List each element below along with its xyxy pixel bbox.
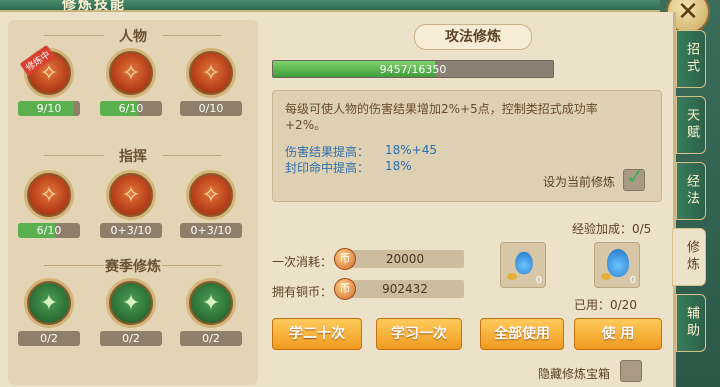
tab-0[interactable]: 招式 xyxy=(676,30,706,88)
level-text: 0/2 xyxy=(122,332,140,345)
copper-coin-icon: 币 xyxy=(334,248,356,270)
set-current-label: 设为当前修炼 xyxy=(543,175,616,189)
close-icon: ✕ xyxy=(677,0,699,27)
skill-level: 0+3/10 xyxy=(180,223,242,238)
use-all-button[interactable]: 全部使用 xyxy=(480,318,564,350)
skill-slot[interactable]: ✧ 修炼中 9/10 xyxy=(18,44,80,116)
section-title: 赛季修炼 xyxy=(8,256,258,276)
skill-level: 6/10 xyxy=(18,223,80,238)
owned-coins-label: 拥有铜币： xyxy=(272,285,333,299)
level-text: 0+3/10 xyxy=(110,224,152,237)
section-title: 指挥 xyxy=(8,146,258,166)
set-current-checkbox[interactable]: ✓ xyxy=(623,165,645,191)
cost-once-value: 20000 xyxy=(346,250,464,268)
stat-row: 伤害结果提高： 18%+45 xyxy=(285,143,437,160)
skill-slot[interactable]: ✦ 0/2 xyxy=(100,278,162,346)
skill-slot[interactable]: ✦ 0/2 xyxy=(180,278,242,346)
skill-level: 0/10 xyxy=(180,101,242,116)
training-badge: 修炼中 xyxy=(19,44,56,77)
item-count: 0 xyxy=(629,275,636,286)
stat-label: 封印命中提高： xyxy=(285,161,370,175)
tab-2[interactable]: 经法 xyxy=(676,162,706,220)
skill-level: 6/10 xyxy=(100,101,162,116)
skill-slot[interactable]: ✧ 0/10 xyxy=(180,48,242,116)
stat-row: 封印命中提高： 18% xyxy=(285,159,412,176)
beast-shield-icon: ✧ xyxy=(106,170,156,220)
shield-green-icon: ✦ xyxy=(106,278,156,328)
shield-emblem-icon: ✧ xyxy=(106,48,156,98)
skill-detail: 攻法修炼 9457/16350 每级可使人物的伤害结果增加2%+5点，控制类招式… xyxy=(264,20,666,385)
skill-slot[interactable]: ✧ 0+3/10 xyxy=(180,170,242,238)
skill-slot[interactable]: ✧ 6/10 xyxy=(100,48,162,116)
exp-bonus-label: 经验加成：0/5 xyxy=(572,222,652,236)
sword-green-icon: ✦ xyxy=(24,278,74,328)
level-text: 0/2 xyxy=(202,332,220,345)
skill-level: 0/2 xyxy=(18,331,80,346)
description-box: 每级可使人物的伤害结果增加2%+5点，控制类招式成功率+2%。 伤害结果提高： … xyxy=(272,90,662,202)
tab-3[interactable]: 修炼 xyxy=(672,228,706,286)
stat-value: 18% xyxy=(385,159,412,173)
level-text: 0+3/10 xyxy=(190,224,232,237)
skill-level: 9/10 xyxy=(18,101,80,116)
skill-slot[interactable]: ✧ 0+3/10 xyxy=(100,170,162,238)
main-panel: 人物 ✧ 修炼中 9/10 ✧ 6/10 ✧ 0/10 指挥 ✧ 6/10 ✧ 0+3/10 ✧ 0+3/1… xyxy=(0,12,676,387)
used-count: 已用：0/20 xyxy=(574,298,637,312)
small-potion-icon xyxy=(515,251,533,275)
skill-slot[interactable]: ✦ 0/2 xyxy=(18,278,80,346)
gold-coins-icon xyxy=(507,273,517,280)
tiger-emblem-icon: ✧ xyxy=(186,48,236,98)
title-strip: 修炼技能 xyxy=(0,0,660,13)
tab-1[interactable]: 天赋 xyxy=(676,96,706,154)
skill-level: 0+3/10 xyxy=(100,223,162,238)
hex-green-icon: ✦ xyxy=(186,278,236,328)
hide-chest-checkbox[interactable] xyxy=(620,360,642,382)
skill-level: 0/2 xyxy=(180,331,242,346)
hide-chest-label: 隐藏修炼宝箱 xyxy=(538,367,611,381)
level-text: 0/2 xyxy=(40,332,58,345)
stat-label: 伤害结果提高： xyxy=(285,145,370,159)
owned-coins-value: 902432 xyxy=(346,280,464,298)
skill-list: 人物 ✧ 修炼中 9/10 ✧ 6/10 ✧ 0/10 指挥 ✧ 6/10 ✧ 0+3/10 ✧ 0+3/1… xyxy=(8,20,258,385)
skill-description: 每级可使人物的伤害结果增加2%+5点，控制类招式成功率+2%。 xyxy=(285,102,598,132)
level-text: 0/10 xyxy=(198,102,224,115)
level-text: 6/10 xyxy=(36,224,62,237)
tab-4[interactable]: 辅助 xyxy=(676,294,706,352)
item-count: 0 xyxy=(535,275,542,286)
beast-guard-icon: ✧ xyxy=(186,170,236,220)
item-slot-small-potion[interactable]: 0 xyxy=(500,242,546,288)
level-text: 9/10 xyxy=(36,102,62,115)
use-button[interactable]: 使 用 xyxy=(574,318,662,350)
learn-once-button[interactable]: 学习一次 xyxy=(376,318,462,350)
xp-text: 9457/16350 xyxy=(379,63,447,76)
skill-slot[interactable]: ✧ 6/10 xyxy=(18,170,80,238)
copper-coin-icon: 币 xyxy=(334,278,356,300)
learn-twenty-button[interactable]: 学二十次 xyxy=(272,318,362,350)
sword-emblem-icon: ✧ 修炼中 xyxy=(19,44,74,98)
skill-name: 攻法修炼 xyxy=(414,24,532,50)
checkmark-icon: ✓ xyxy=(626,165,645,190)
xp-progress-bar: 9457/16350 xyxy=(272,60,554,78)
level-text: 6/10 xyxy=(118,102,144,115)
large-potion-icon xyxy=(607,249,629,277)
beast-emblem-icon: ✧ xyxy=(24,170,74,220)
skill-level: 0/2 xyxy=(100,331,162,346)
gold-coins-icon xyxy=(601,273,611,280)
item-slot-large-potion[interactable]: 0 xyxy=(594,242,640,288)
cost-once-label: 一次消耗： xyxy=(272,255,333,269)
section-title: 人物 xyxy=(8,26,258,46)
stat-value: 18%+45 xyxy=(385,143,437,157)
